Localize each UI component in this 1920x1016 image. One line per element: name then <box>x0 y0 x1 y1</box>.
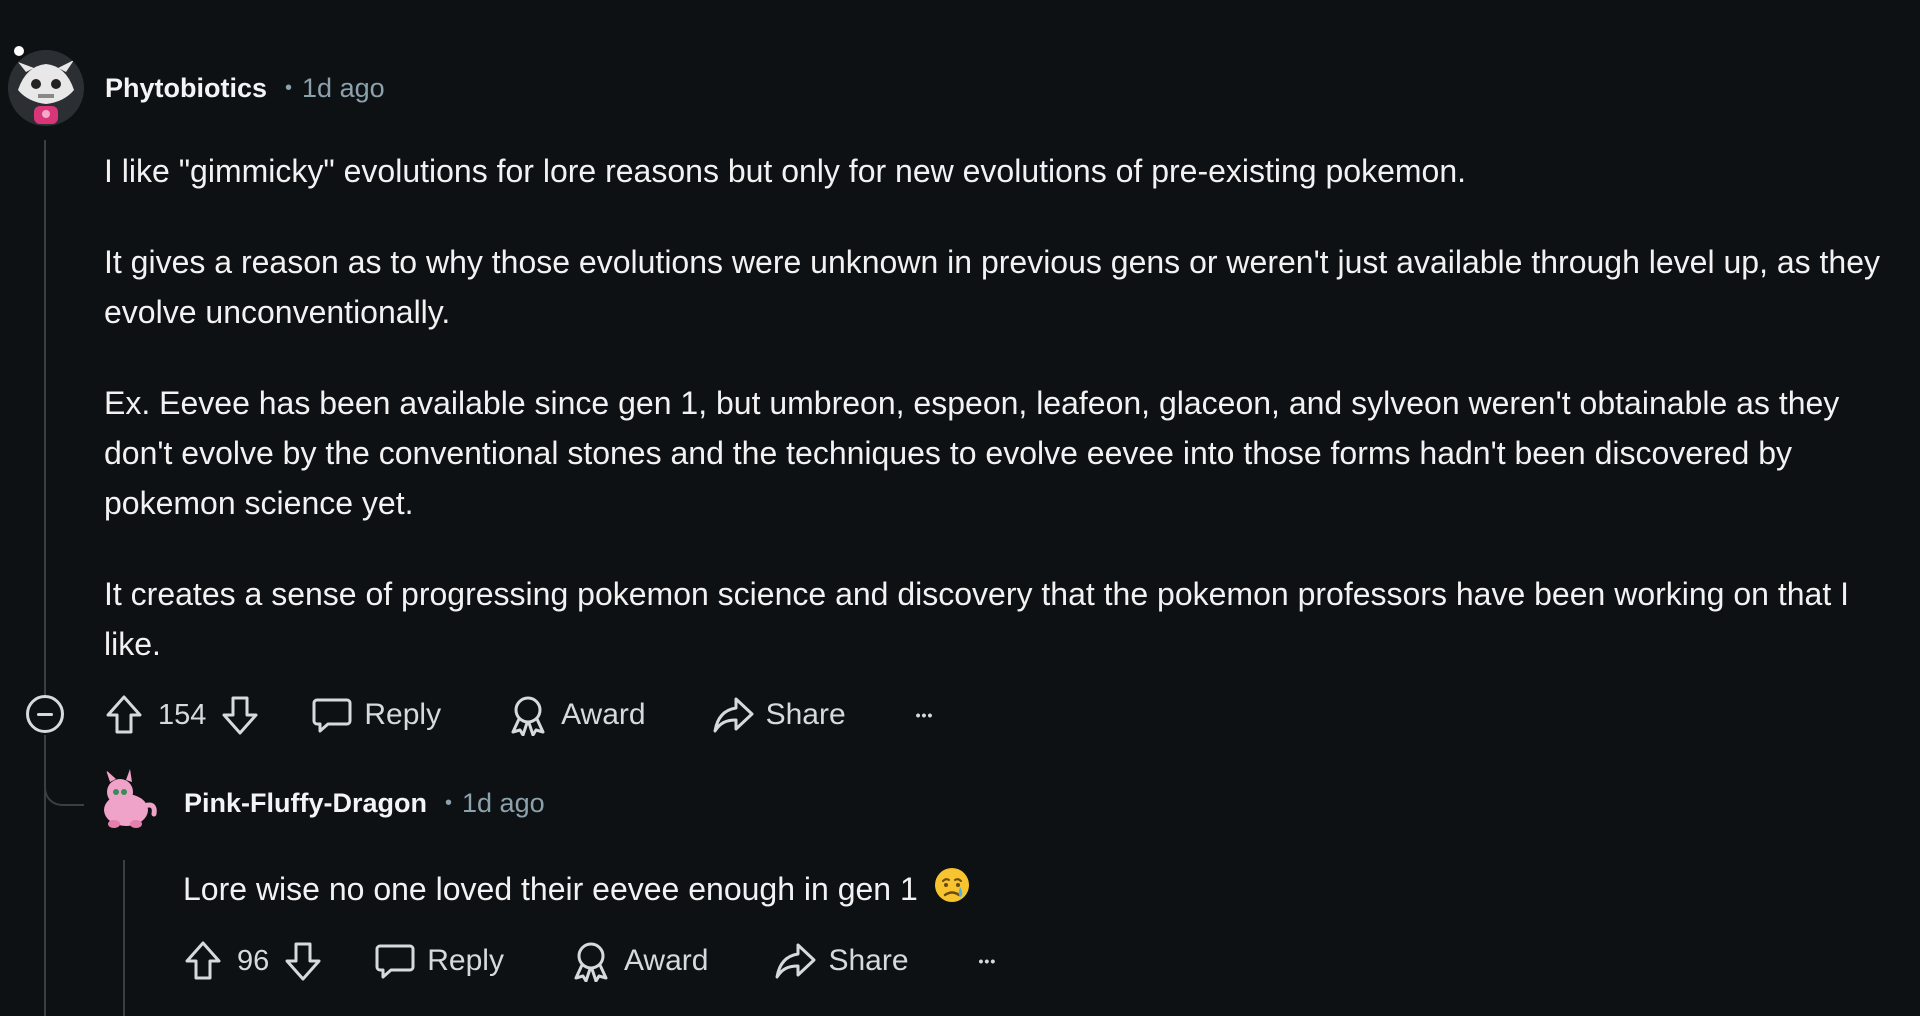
vote-group: 154 <box>104 694 260 736</box>
share-label: Share <box>765 698 846 731</box>
timestamp[interactable]: 1d ago <box>302 73 385 104</box>
meta-separator: • <box>285 77 293 99</box>
reply-vote-group: 96 <box>183 940 323 982</box>
collapse-thread-button[interactable] <box>26 695 64 733</box>
reply-text: Lore wise no one loved their eevee enoug… <box>183 871 918 907</box>
comment-paragraph: It creates a sense of progressing pokemo… <box>104 576 1849 662</box>
share-label: Share <box>828 944 909 977</box>
share-arrow-icon <box>775 943 816 979</box>
meta-separator: • <box>445 792 453 814</box>
award-ribbon-icon <box>511 696 545 736</box>
reply-timestamp[interactable]: 1d ago <box>462 788 545 819</box>
reply-body: Lore wise no one loved their eevee enoug… <box>183 864 1883 918</box>
reply-share-button[interactable]: Share <box>774 941 909 981</box>
avatar-badge <box>14 46 24 56</box>
reply-author-name[interactable]: Pink-Fluffy-Dragon <box>184 788 427 819</box>
downvote-button[interactable] <box>220 694 260 736</box>
downvote-arrow-icon <box>285 942 321 981</box>
author-name[interactable]: Phytobiotics <box>105 73 267 104</box>
crying-face-emoji-icon <box>933 866 971 918</box>
comment-paragraph: It gives a reason as to why those evolut… <box>104 244 1881 330</box>
comment-paragraph: Ex. Eevee has been available since gen 1… <box>104 385 1840 521</box>
reply-reply-button[interactable]: Reply <box>375 941 504 981</box>
reply-paragraph: Lore wise no one loved their eevee enoug… <box>183 864 1883 918</box>
pink-dragon-avatar-icon <box>104 769 157 828</box>
reply-action-bar: 96 Reply Award Share ••• <box>183 938 996 984</box>
reply-label: Reply <box>427 944 504 977</box>
skull-creature-avatar-icon <box>8 50 84 126</box>
more-options-button[interactable]: ••• <box>916 707 934 723</box>
reply-upvote-button[interactable] <box>183 940 223 982</box>
award-label: Award <box>561 698 646 731</box>
upvote-arrow-icon <box>106 695 142 734</box>
comment-paragraph: I like "gimmicky" evolutions for lore re… <box>104 153 1467 189</box>
award-label: Award <box>623 944 709 977</box>
speech-bubble-icon <box>375 944 415 979</box>
upvote-arrow-icon <box>185 941 221 980</box>
upvote-button[interactable] <box>104 694 144 736</box>
downvote-arrow-icon <box>222 696 258 735</box>
reply-vote-count: 96 <box>237 944 270 977</box>
award-button[interactable]: Award <box>507 694 646 736</box>
reply-more-options-button[interactable]: ••• <box>979 953 997 969</box>
share-button[interactable]: Share <box>712 695 846 735</box>
reply-downvote-button[interactable] <box>283 940 323 982</box>
comment-meta: Phytobiotics • 1d ago <box>105 73 385 104</box>
thread-line-reply[interactable] <box>123 860 125 1016</box>
thread-line-main[interactable] <box>44 140 46 695</box>
vote-count: 154 <box>158 698 207 731</box>
reply-button[interactable]: Reply <box>312 695 441 735</box>
speech-bubble-icon <box>312 698 352 733</box>
award-ribbon-icon <box>574 942 608 982</box>
comment-thread: Phytobiotics • 1d ago I like "gimmicky" … <box>0 0 1920 1016</box>
reply-label: Reply <box>364 698 442 731</box>
share-arrow-icon <box>713 697 754 733</box>
reply-connector <box>44 760 84 806</box>
reply-avatar[interactable] <box>90 766 162 838</box>
avatar[interactable] <box>8 50 84 126</box>
comment-action-bar: 154 Reply Award Share ••• <box>104 692 933 738</box>
reply-award-button[interactable]: Award <box>570 940 709 982</box>
comment-body: I like "gimmicky" evolutions for lore re… <box>104 146 1884 669</box>
reply-meta: Pink-Fluffy-Dragon • 1d ago <box>184 788 545 819</box>
